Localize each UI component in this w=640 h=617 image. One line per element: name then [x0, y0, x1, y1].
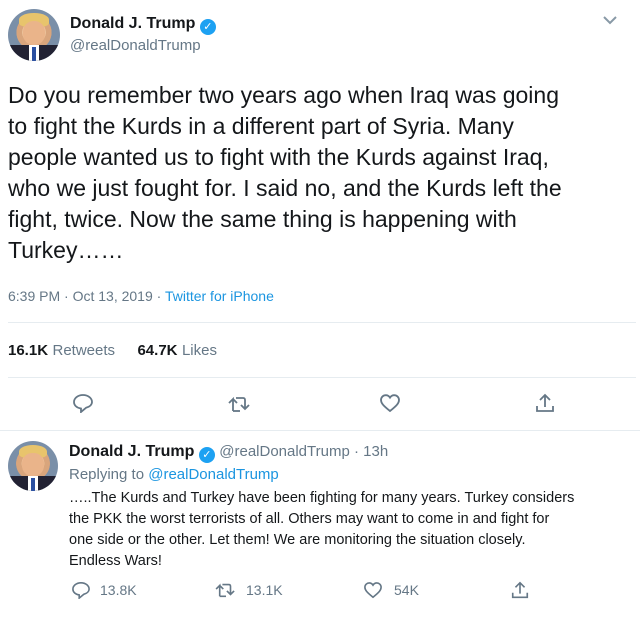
verified-badge-icon: ✓ — [198, 447, 215, 463]
engagement-stats: 16.1K Retweets 64.7K Likes — [8, 342, 217, 360]
like-count: 54K — [394, 582, 419, 598]
likes-count: 64.7K — [137, 342, 178, 359]
tweet-text-line: …..The Kurds and Turkey have been fighti… — [69, 490, 575, 506]
share-icon[interactable] — [534, 392, 556, 414]
main-tweet-text: Do you remember two years ago when Iraq … — [8, 80, 638, 266]
reply-icon[interactable] — [72, 393, 94, 413]
tweet-text-line: the PKK the worst terrorists of all. Oth… — [69, 511, 550, 527]
reply-author-name[interactable]: Donald J. Trump — [69, 443, 194, 460]
tweet-text-line: one side or the other. Let them! We are … — [69, 532, 526, 548]
tweet-text-line: Do you remember two years ago when Iraq … — [8, 82, 560, 108]
tweet-text-line: who we just fought for. I said no, and t… — [8, 175, 562, 201]
retweet-icon — [214, 581, 238, 599]
retweets-count: 16.1K — [8, 342, 49, 359]
share-icon[interactable] — [510, 580, 530, 600]
reply-icon — [71, 581, 91, 599]
timestamp[interactable]: 6:39 PM · Oct 13, 2019 · — [8, 288, 161, 304]
tweet-text-line: Endless Wars! — [69, 553, 162, 569]
retweet-icon[interactable] — [227, 394, 253, 414]
verified-badge-icon: ✓ — [199, 19, 216, 35]
like-icon — [363, 581, 383, 599]
tweet-meta: 6:39 PM · Oct 13, 2019 · Twitter for iPh… — [8, 288, 274, 304]
reply-tweet-text: …..The Kurds and Turkey have been fighti… — [69, 488, 637, 572]
likes-label: Likes — [181, 342, 217, 359]
reply-author-handle[interactable]: @realDonaldTrump · 13h — [219, 443, 388, 460]
main-avatar[interactable] — [8, 9, 60, 61]
reply-count: 13.8K — [100, 582, 137, 598]
source-link[interactable]: Twitter for iPhone — [165, 288, 274, 304]
retweets-label: Retweets — [52, 342, 116, 359]
tweet-text-line: Turkey…… — [8, 237, 124, 263]
reply-avatar[interactable] — [8, 441, 58, 491]
retweet-count: 13.1K — [246, 582, 283, 598]
reply-action-retweet[interactable]: 13.1K — [214, 581, 283, 599]
reply-header: Donald J. Trump ✓ @realDonaldTrump · 13h — [69, 443, 388, 463]
tweet-text-line: fight, twice. Now the same thing is happ… — [8, 206, 517, 232]
main-author-handle[interactable]: @realDonaldTrump — [70, 37, 201, 54]
tweet-text-line: to fight the Kurds in a different part o… — [8, 113, 514, 139]
reply-action-reply[interactable]: 13.8K — [71, 581, 137, 599]
replying-to: Replying to @realDonaldTrump — [69, 466, 279, 483]
divider — [0, 430, 640, 431]
like-icon[interactable] — [379, 393, 401, 413]
main-author-name[interactable]: Donald J. Trump — [70, 15, 195, 32]
replying-handle-link[interactable]: @realDonaldTrump — [148, 466, 279, 483]
divider — [8, 377, 636, 378]
tweet-text-line: people wanted us to fight with the Kurds… — [8, 144, 549, 170]
likes-stat[interactable]: 64.7K Likes — [137, 342, 217, 359]
divider — [8, 322, 636, 323]
retweets-stat[interactable]: 16.1K Retweets — [8, 342, 119, 359]
chevron-down-icon[interactable] — [602, 14, 618, 26]
reply-action-like[interactable]: 54K — [363, 581, 419, 599]
main-author[interactable]: Donald J. Trump ✓ — [70, 15, 216, 35]
replying-prefix: Replying to — [69, 466, 145, 483]
